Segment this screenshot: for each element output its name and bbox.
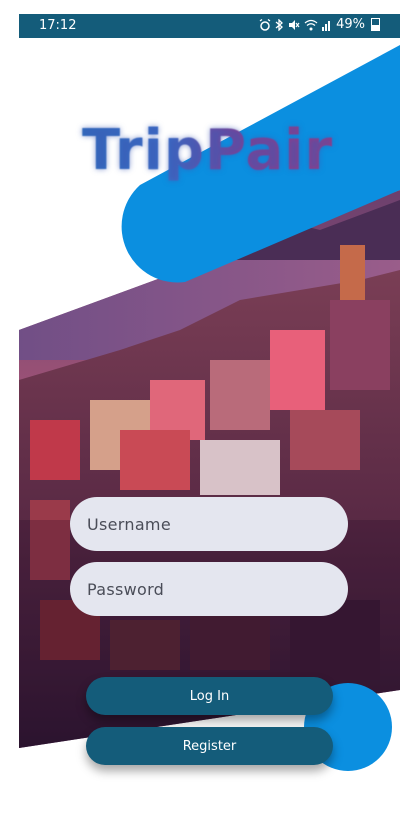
app-title: TripPair	[82, 118, 334, 183]
login-button[interactable]: Log In	[86, 677, 333, 715]
alarm-icon	[259, 18, 271, 31]
battery-percent: 49%	[336, 17, 365, 32]
wifi-icon	[304, 19, 318, 30]
status-bar: 17:12 49%	[19, 14, 400, 38]
battery-icon	[371, 18, 380, 31]
status-time: 17:12	[39, 18, 77, 33]
bluetooth-icon	[275, 18, 284, 31]
mute-icon	[289, 19, 300, 30]
register-button[interactable]: Register	[86, 727, 333, 765]
login-button-label: Log In	[189, 688, 230, 704]
password-input[interactable]: Password	[70, 562, 348, 616]
username-input[interactable]: Username	[70, 497, 348, 551]
login-screen: 17:12 49% TripPair Username Password Log…	[0, 0, 403, 837]
signal-icon	[322, 20, 331, 31]
username-placeholder: Username	[87, 514, 171, 534]
register-button-label: Register	[182, 738, 237, 754]
status-icons: 49%	[259, 17, 380, 32]
password-placeholder: Password	[87, 579, 165, 599]
